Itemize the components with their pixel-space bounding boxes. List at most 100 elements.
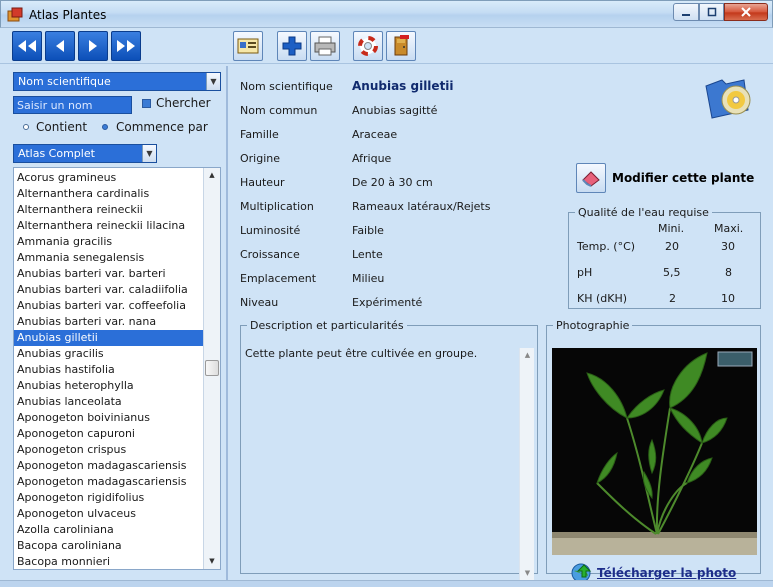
water-quality-title: Qualité de l'eau requise	[578, 206, 709, 219]
field-value: Faible	[352, 224, 384, 237]
plant-list-item[interactable]: Anubias barteri var. coffeefolia	[14, 298, 204, 314]
plant-list-item[interactable]: Alternanthera cardinalis	[14, 186, 204, 202]
card-view-button[interactable]	[233, 31, 263, 61]
printer-icon	[314, 36, 336, 56]
plant-list-item[interactable]: Anubias heterophylla	[14, 378, 204, 394]
plant-list-item[interactable]: Alternanthera reineckii lilacina	[14, 218, 204, 234]
water-kh-min: 2	[669, 292, 676, 305]
status-bar	[0, 580, 773, 587]
plant-list-item[interactable]: Anubias barteri var. barteri	[14, 266, 204, 282]
radio-starts-with[interactable]	[102, 124, 108, 130]
description-group: Description et particularités Cette plan…	[240, 319, 538, 580]
minimize-button[interactable]	[673, 3, 699, 21]
plant-list-item[interactable]: Aponogeton boivinianus	[14, 410, 204, 426]
field-value: Lente	[352, 248, 383, 261]
description-text[interactable]: Cette plante peut être cultivée en group…	[245, 347, 517, 360]
next-record-button[interactable]	[78, 31, 108, 61]
plant-list-item[interactable]: Alternanthera reineckii	[14, 202, 204, 218]
plant-list-item[interactable]: Anubias lanceolata	[14, 394, 204, 410]
field-label: Niveau	[240, 296, 279, 309]
plant-list-item[interactable]: Anubias barteri var. caladiifolia	[14, 282, 204, 298]
water-kh-max: 10	[721, 292, 735, 305]
plant-list-item[interactable]: Anubias hastifolia	[14, 362, 204, 378]
print-button[interactable]	[310, 31, 340, 61]
plant-detail-panel: Nom scientifique Anubias gilletii Nom co…	[230, 66, 767, 583]
edit-plant-button[interactable]: Modifier cette plante	[576, 163, 754, 193]
field-value: Rameaux latéraux/Rejets	[352, 200, 491, 213]
plant-list-item[interactable]: Anubias gracilis	[14, 346, 204, 362]
plant-list-item[interactable]: Ammania gracilis	[14, 234, 204, 250]
description-scrollbar[interactable]: ▲ ▼	[519, 348, 534, 580]
field-label: Emplacement	[240, 272, 317, 285]
plant-list-item[interactable]: Azolla caroliniana	[14, 522, 204, 538]
plant-list-item[interactable]: Bacopa caroliniana	[14, 538, 204, 554]
water-temp-label: Temp. (°C)	[577, 240, 636, 253]
maximize-icon	[707, 7, 716, 17]
exit-door-icon	[394, 35, 409, 56]
plant-list-item[interactable]: Acorus gramineus	[14, 170, 204, 186]
close-button[interactable]	[724, 3, 768, 21]
plant-photo-image	[552, 348, 757, 555]
previous-record-button[interactable]	[45, 31, 75, 61]
scroll-down-icon[interactable]: ▼	[520, 566, 535, 580]
water-temp-max: 30	[721, 240, 735, 253]
plant-list-item[interactable]: Anubias barteri var. nana	[14, 314, 204, 330]
field-value: Milieu	[352, 272, 385, 285]
edit-plant-label: Modifier cette plante	[612, 171, 755, 185]
help-button[interactable]	[353, 31, 383, 61]
water-col-max: Maxi.	[714, 222, 744, 235]
title-bar: Atlas Plantes	[0, 0, 773, 28]
water-ph-min: 5,5	[663, 266, 681, 279]
last-record-button[interactable]	[111, 31, 141, 61]
search-checkbox[interactable]	[142, 99, 151, 108]
previous-icon	[56, 40, 64, 52]
plant-list-item[interactable]: Aponogeton crispus	[14, 442, 204, 458]
add-plant-button[interactable]	[277, 31, 307, 61]
scroll-up-icon[interactable]: ▲	[204, 168, 220, 183]
eraser-icon	[576, 163, 606, 193]
field-value: Anubias sagitté	[352, 104, 438, 117]
plant-list-scrollbar[interactable]: ▲ ▼	[203, 168, 220, 569]
disc-folder-icon[interactable]	[704, 76, 754, 120]
window-title: Atlas Plantes	[29, 8, 107, 22]
plant-list-item-selected[interactable]: Anubias gilletii	[14, 330, 204, 346]
radio-starts-with-label: Commence par	[116, 120, 208, 134]
first-icon	[18, 40, 36, 52]
first-record-button[interactable]	[12, 31, 42, 61]
lifebuoy-icon	[358, 36, 378, 56]
water-temp-min: 20	[665, 240, 679, 253]
field-value: Araceae	[352, 128, 398, 141]
maximize-button[interactable]	[699, 3, 724, 21]
download-photo-link[interactable]: Télécharger la photo	[597, 566, 736, 580]
field-value: Afrique	[352, 152, 392, 165]
field-label: Origine	[240, 152, 281, 165]
plant-list-item[interactable]: Aponogeton madagascariensis	[14, 474, 204, 490]
field-label: Croissance	[240, 248, 300, 261]
search-field-select[interactable]: Nom scientifique ▼	[13, 72, 221, 91]
field-value: De 20 à 30 cm	[352, 176, 433, 189]
plus-icon	[282, 36, 302, 56]
plant-list-item[interactable]: Aponogeton madagascariensis	[14, 458, 204, 474]
search-field-value: Nom scientifique	[18, 75, 111, 88]
plant-list-item[interactable]: Bacopa monnieri	[14, 554, 204, 569]
scroll-up-icon[interactable]: ▲	[520, 348, 535, 362]
toolbar	[0, 28, 773, 64]
exit-button[interactable]	[386, 31, 416, 61]
plant-list[interactable]: Acorus gramineus Alternanthera cardinalis…	[13, 167, 221, 570]
atlas-select[interactable]: Atlas Complet ▼	[13, 144, 157, 163]
minimize-icon	[682, 14, 690, 16]
search-input[interactable]: Saisir un nom	[13, 96, 132, 114]
water-kh-label: KH (dKH)	[577, 292, 628, 305]
scroll-down-icon[interactable]: ▼	[204, 554, 220, 569]
radio-contains[interactable]	[23, 124, 29, 130]
photo-group: Photographie Télécharger la photo	[546, 319, 761, 583]
plant-list-item[interactable]: Aponogeton ulvaceus	[14, 506, 204, 522]
plant-list-item[interactable]: Ammania senegalensis	[14, 250, 204, 266]
scroll-thumb[interactable]	[205, 360, 219, 376]
atlas-select-value: Atlas Complet	[18, 147, 95, 160]
app-icon	[7, 7, 23, 22]
panel-divider[interactable]	[226, 66, 228, 580]
plant-list-item[interactable]: Aponogeton rigidifolius	[14, 490, 204, 506]
plant-list-item[interactable]: Aponogeton capuroni	[14, 426, 204, 442]
close-icon	[741, 7, 751, 17]
